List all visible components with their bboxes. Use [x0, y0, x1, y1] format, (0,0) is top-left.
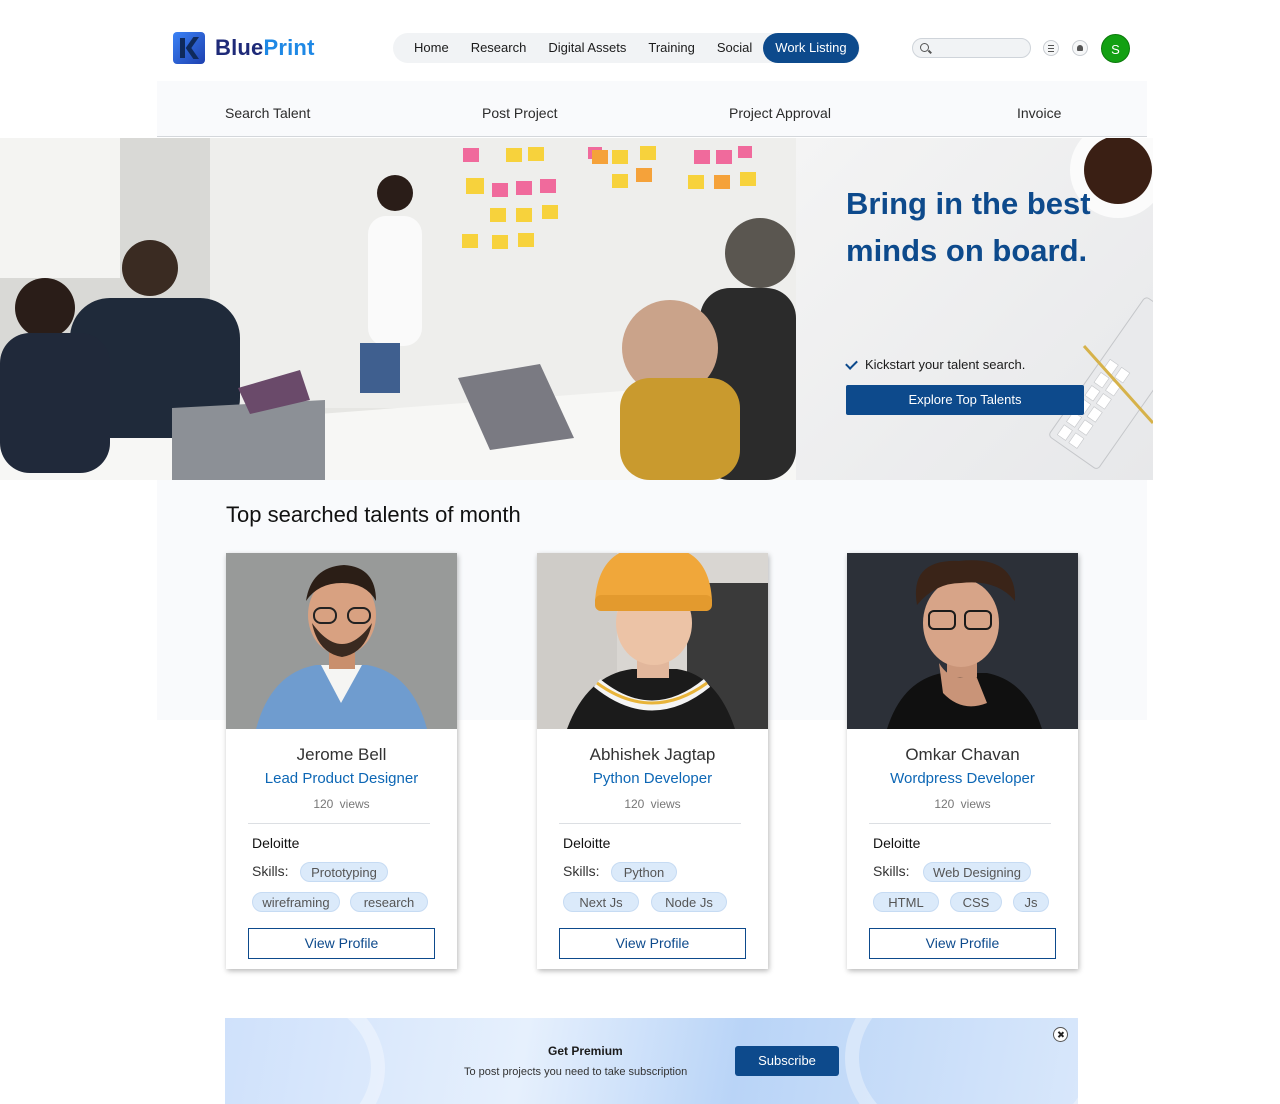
talent-photo-image [537, 553, 768, 729]
view-profile-button[interactable]: View Profile [869, 928, 1056, 959]
nav-item-work-listing[interactable]: Work Listing [763, 33, 859, 63]
talent-role: Wordpress Developer [890, 770, 1035, 787]
talent-role: Lead Product Designer [264, 770, 419, 787]
main-nav: Home Research Digital Assets Training So… [393, 33, 860, 63]
menu-icon[interactable] [1043, 40, 1059, 56]
talent-card: Omkar Chavan Wordpress Developer 120 vie… [847, 553, 1078, 969]
banner-wave-decoration [225, 1018, 385, 1104]
nav-item-home[interactable]: Home [403, 33, 460, 63]
hero-content-panel: Bring in the best minds on board. Kickst… [796, 138, 1153, 480]
talent-views: 120 views [313, 797, 370, 811]
skill-chip: Python [611, 862, 677, 882]
check-icon [845, 356, 858, 370]
brand-name: BluePrint [215, 35, 315, 61]
talent-photo-image [847, 553, 1078, 729]
skill-chip: Web Designing [923, 862, 1031, 882]
hero-check-text: Kickstart your talent search. [865, 357, 1026, 372]
talent-views: 120 views [934, 797, 991, 811]
skills-label: Skills: [873, 863, 910, 879]
banner-wave-decoration [845, 1018, 1078, 1104]
search-input[interactable] [912, 38, 1031, 58]
skill-chip: Js [1013, 892, 1049, 912]
skill-chip: Prototyping [300, 862, 388, 882]
subscribe-button[interactable]: Subscribe [735, 1046, 839, 1076]
skill-chip: HTML [873, 892, 939, 912]
nav-item-training[interactable]: Training [637, 33, 705, 63]
skill-chip: CSS [950, 892, 1002, 912]
nav-item-digital-assets[interactable]: Digital Assets [537, 33, 637, 63]
avatar[interactable]: S [1101, 34, 1130, 63]
skill-chip: wireframing [252, 892, 340, 912]
subnav-item-project-approval[interactable]: Project Approval [729, 81, 831, 137]
talent-company: Deloitte [873, 835, 921, 851]
skill-chip: Node Js [651, 892, 727, 912]
talent-name: Jerome Bell [296, 745, 387, 764]
hero-illustration [0, 138, 796, 480]
talent-card: Abhishek Jagtap Python Developer 120 vie… [537, 553, 768, 969]
premium-banner: Get Premium To post projects you need to… [225, 1018, 1078, 1104]
k-logo-icon [173, 32, 205, 64]
skills-label: Skills: [252, 863, 289, 879]
bell-icon[interactable] [1072, 40, 1088, 56]
premium-text: To post projects you need to take subscr… [464, 1066, 688, 1078]
hero-check-line: Kickstart your talent search. [845, 356, 1026, 372]
search-icon [920, 43, 929, 52]
view-profile-button[interactable]: View Profile [559, 928, 746, 959]
explore-top-talents-button[interactable]: Explore Top Talents [846, 385, 1084, 415]
section-title: Top searched talents of month [226, 502, 521, 527]
hero-team-meeting-image [0, 138, 796, 480]
talent-photo [226, 553, 457, 729]
sub-nav: Search Talent Post Project Project Appro… [157, 81, 1147, 137]
hero-title: Bring in the best minds on board. [846, 186, 1091, 268]
talent-name: Omkar Chavan [905, 745, 1020, 764]
talent-company: Deloitte [563, 835, 611, 851]
skill-chip: research [350, 892, 428, 912]
close-icon[interactable] [1053, 1027, 1068, 1042]
talent-photo [847, 553, 1078, 729]
premium-title: Get Premium [548, 1044, 623, 1058]
talent-views: 120 views [624, 797, 681, 811]
skills-label: Skills: [563, 863, 600, 879]
brand-name-part1: Blue [215, 35, 264, 60]
skill-chip: Next Js [563, 892, 639, 912]
card-divider [869, 823, 1051, 824]
talent-role: Python Developer [592, 770, 713, 787]
card-divider [559, 823, 741, 824]
nav-item-social[interactable]: Social [706, 33, 763, 63]
subnav-item-search-talent[interactable]: Search Talent [225, 81, 310, 137]
brand-name-part2: Print [263, 35, 315, 60]
brand-logo[interactable]: BluePrint [173, 32, 315, 64]
talent-card: Jerome Bell Lead Product Designer 120 vi… [226, 553, 457, 969]
talent-company: Deloitte [252, 835, 300, 851]
talent-name: Abhishek Jagtap [589, 745, 716, 764]
nav-item-research[interactable]: Research [460, 33, 538, 63]
card-divider [248, 823, 430, 824]
talent-photo-image [226, 553, 457, 729]
view-profile-button[interactable]: View Profile [248, 928, 435, 959]
subnav-item-invoice[interactable]: Invoice [1017, 81, 1061, 137]
subnav-item-post-project[interactable]: Post Project [482, 81, 557, 137]
talent-photo [537, 553, 768, 729]
hero-banner: Bring in the best minds on board. Kickst… [0, 138, 1153, 480]
